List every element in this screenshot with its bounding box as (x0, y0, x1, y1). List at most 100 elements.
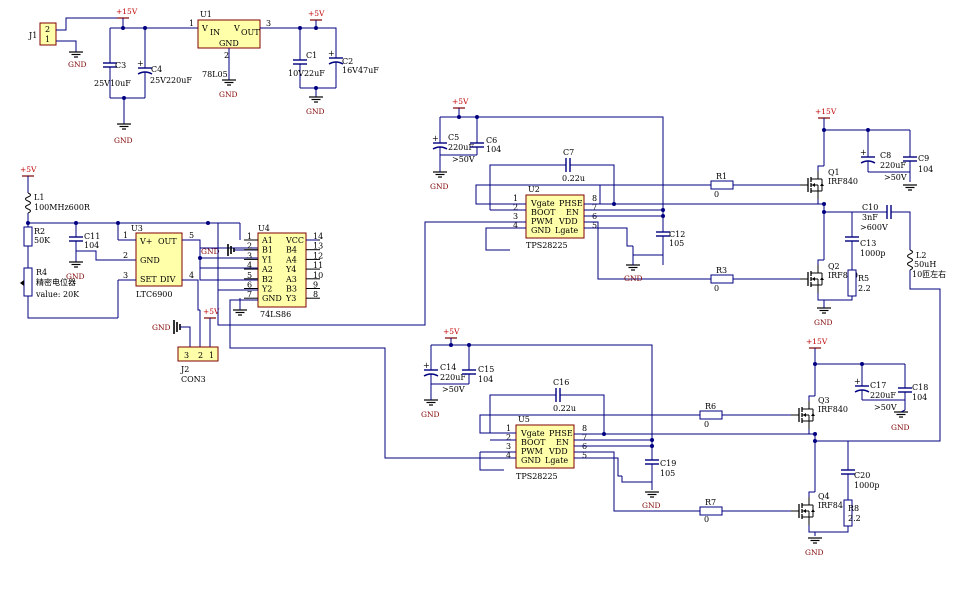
u1-pin1: 1 (189, 19, 194, 28)
c4-value: 25V220uF (150, 76, 192, 85)
c14-value2: >50V (442, 385, 465, 394)
u1-pin2: 2 (224, 51, 229, 60)
c11-ref: C11 (84, 232, 100, 241)
gnd-label-c14: GND (421, 410, 440, 419)
c16-ref: C16 (553, 378, 569, 387)
u4-right-pin-num: 12 (313, 251, 323, 260)
u3-set: SET (140, 275, 157, 284)
c17-value: 220uF (870, 391, 896, 400)
c5-value2: >50V (452, 155, 475, 164)
u5-r4: Lgate (545, 456, 568, 465)
u1-vout-label: OUT (241, 28, 260, 37)
gnd-label-u4: GND (201, 247, 220, 256)
gnd-label-c1c2: GND (306, 107, 325, 116)
u2-r2: EN (566, 208, 579, 217)
c9-ref: C9 (918, 154, 929, 163)
u1-ref: U1 (200, 10, 212, 19)
u3-gnd: GND (140, 256, 160, 265)
c19-value: 105 (660, 469, 675, 478)
r3-ref: R3 (716, 266, 727, 275)
u5-r1: PHSE (549, 429, 573, 438)
u5-l3: PWM (521, 447, 543, 456)
gnd-label-c18: GND (891, 423, 910, 432)
r5-ref: R5 (858, 274, 869, 283)
svg-text:+: + (432, 134, 439, 143)
gnd-label-j1: GND (68, 60, 87, 69)
l1-value: 100MHz600R (34, 203, 91, 212)
q2-ref: Q2 (828, 262, 840, 271)
l2-value: 50uH (914, 260, 936, 269)
c19-ref: C19 (660, 459, 676, 468)
plus15v-label-top: +15V (116, 7, 138, 16)
u2-r4: Lgate (555, 226, 578, 235)
c15-value: 104 (478, 375, 493, 384)
u5-r3: VDD (548, 447, 568, 456)
u1-value: 78L05 (202, 70, 228, 79)
u4-right-pin-label: Y4 (285, 265, 296, 274)
schematic-canvas: 2 1 J1 GND +15V C3 25V10uF + C4 25V220uF… (20, 7, 946, 557)
u4-right-pin-num: 13 (313, 242, 323, 251)
u4-right-pin-label: Y3 (285, 294, 296, 303)
plus5v-label-l1: +5V (20, 165, 37, 174)
c5-ref: C5 (448, 133, 459, 142)
svg-text:+: + (854, 377, 861, 386)
plus15v-label-q3: +15V (806, 337, 828, 346)
c18-value: 104 (912, 393, 927, 402)
driver-u5-section: +5V + C14 220uF >50V C15 104 GND C16 0.2… (421, 327, 928, 557)
r2-value: 50K (34, 236, 51, 245)
u4-left-pin-label: Y2 (261, 285, 272, 294)
gnd-label-c3c4: GND (114, 136, 133, 145)
c6-value: 104 (486, 145, 501, 154)
u5-value: TPS28225 (516, 472, 558, 481)
gnd-label-c12: GND (624, 274, 643, 283)
c10-ref: C10 (862, 203, 878, 212)
j1-pin1-num: 1 (45, 35, 50, 44)
r8-ref: R8 (848, 504, 859, 513)
svg-text:+: + (137, 59, 144, 68)
c1-value: 10V22uF (288, 69, 325, 78)
l2-value2: 10匝左右 (912, 269, 946, 279)
u2-r3: VDD (558, 217, 578, 226)
u4-left-pin-num: 1 (247, 232, 252, 241)
j1-ref: J1 (28, 31, 37, 40)
u3-pin1: 1 (123, 231, 128, 240)
svg-text:V: V (201, 24, 208, 33)
u5-pin1: 1 (506, 424, 511, 433)
u4-left-pin-label: GND (262, 294, 282, 303)
u5-pin2: 2 (506, 433, 511, 442)
u4-left-pin-num: 4 (247, 261, 252, 270)
u4-left-pin-label: B1 (262, 246, 273, 255)
u2-l3: PWM (531, 217, 553, 226)
r4-ref: R4 (36, 268, 47, 277)
u3-div: DIV (160, 275, 176, 284)
u3-out: OUT (158, 237, 177, 246)
c3-ref: C3 (115, 61, 126, 70)
c17-ref: C17 (870, 381, 886, 390)
c17-value2: >50V (874, 403, 897, 412)
svg-text:V: V (233, 24, 240, 33)
c10-value2: >600V (860, 223, 888, 232)
c1-ref: C1 (306, 51, 317, 60)
r6-value: 0 (704, 420, 709, 429)
plus5v-label-u2: +5V (452, 97, 469, 106)
c20-ref: C20 (854, 471, 870, 480)
c20-value: 1000p (854, 481, 879, 490)
c9-value: 104 (918, 165, 933, 174)
u5-pin8: 8 (582, 424, 587, 433)
u4-right-pin-label: A4 (285, 255, 297, 264)
u4-right-pin-label: VCC (285, 236, 304, 245)
u5-l4: GND (521, 456, 541, 465)
r1-ref: R1 (716, 172, 727, 181)
r5-value: 2.2 (858, 284, 871, 293)
u2-l2: BOOT (531, 208, 556, 217)
q1-value: IRF840 (828, 177, 858, 186)
plus5v-label-u5: +5V (443, 327, 460, 336)
j1-pin2-num: 2 (45, 25, 50, 34)
j2-pin1: 1 (209, 351, 214, 360)
r7-value: 0 (704, 515, 709, 524)
r2-ref: R2 (34, 227, 45, 236)
u4-left-pin-label: A1 (261, 236, 273, 245)
r3-value: 0 (714, 284, 719, 293)
u4-left-pin-num: 2 (247, 242, 252, 251)
u4-ref: U4 (258, 224, 270, 233)
